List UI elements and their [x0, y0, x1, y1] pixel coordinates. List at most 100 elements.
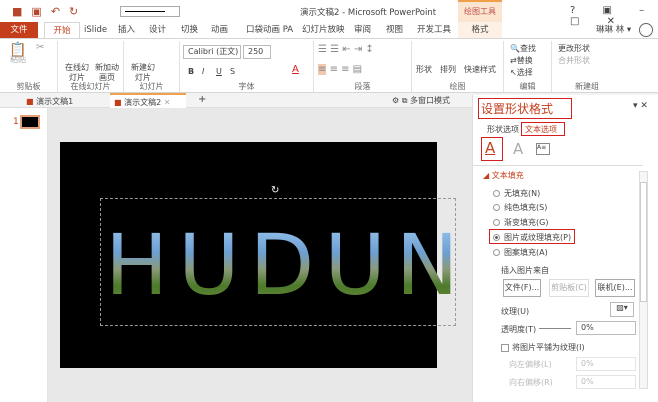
- section-text-fill[interactable]: ◢ 文本填充: [483, 170, 524, 181]
- offset-right-input[interactable]: 0%: [576, 375, 636, 389]
- font-size-dropdown[interactable]: 250: [243, 45, 271, 59]
- line-style-dropdown[interactable]: [120, 6, 180, 17]
- tab-design[interactable]: 设计: [149, 22, 166, 38]
- offset-left-input[interactable]: 0%: [576, 357, 636, 371]
- paste-button[interactable]: 📋 粘贴: [8, 43, 28, 65]
- file-button[interactable]: 文件(F)...: [503, 279, 541, 297]
- tab-islide[interactable]: iSlide: [84, 22, 107, 38]
- slide-editor: ↻ HUDUN: [48, 108, 472, 402]
- ribbon-tabs: 文件 开始 iSlide 插入 设计 切换 动画 口袋动画 PA 幻灯片放映 审…: [0, 22, 658, 38]
- offset-right-label: 向右偏移(R): [509, 378, 553, 387]
- insert-from-label: 插入图片来自: [501, 266, 549, 275]
- undo-icon[interactable]: ↶: [51, 5, 60, 18]
- tab-developer[interactable]: 开发工具: [417, 22, 451, 38]
- group-clipboard: 📋 粘贴 ✂ 剪贴板: [0, 41, 58, 92]
- highlight-fill-icon: [481, 137, 503, 161]
- text-effects-icon[interactable]: A: [513, 140, 523, 158]
- online-slides-label: 在线幻灯片: [70, 82, 111, 91]
- quick-styles-button[interactable]: 快速样式: [464, 65, 496, 75]
- slides-label: 幻灯片: [139, 82, 164, 91]
- ribbon: 📋 粘贴 ✂ 剪贴板 在线幻灯片 新加动画页 在线幻灯片 新建幻灯片 幻灯片 Ca…: [0, 38, 658, 93]
- user-name[interactable]: 琳琳 林 ▾: [596, 22, 631, 38]
- slide-number: 1: [13, 117, 19, 127]
- online-button[interactable]: 联机(E)...: [595, 279, 635, 297]
- quick-access-toolbar: ■ ▣ ↶ ↻: [12, 5, 87, 18]
- align-icons[interactable]: ≡ ≡ ≡ ▤: [318, 64, 362, 75]
- group-paragraph: ☰ ☰ ⇤ ⇥ ↕ ≡ ≡ ≡ ▤ 段落: [314, 41, 412, 92]
- group-editing: 🔍查找 ⇄替换 ↖选择 编辑: [504, 41, 552, 92]
- highlight-text-options: [521, 122, 565, 136]
- shadow-button[interactable]: S: [230, 67, 235, 77]
- italic-button[interactable]: I: [202, 67, 204, 77]
- texture-dropdown[interactable]: ▨▾: [610, 302, 634, 317]
- drawing-tools-context: 绘图工具: [458, 0, 502, 22]
- group-font: Calibri (正文) 250 B I U S A 字体: [180, 41, 314, 92]
- text-box-selection[interactable]: ↻ HUDUN: [100, 185, 459, 326]
- tab-view[interactable]: 视图: [386, 22, 403, 38]
- radio-solid-fill[interactable]: 纯色填充(S): [493, 202, 547, 213]
- merge-shapes-button[interactable]: 合并形状: [558, 56, 590, 66]
- font-name-dropdown[interactable]: Calibri (正文): [183, 45, 241, 59]
- avatar[interactable]: [639, 23, 653, 37]
- tile-checkbox[interactable]: 将图片平铺为纹理(I): [501, 342, 585, 353]
- radio-gradient-fill[interactable]: 渐变填充(G): [493, 217, 548, 228]
- doc-tab-2[interactable]: ■ 演示文稿2 ✕: [110, 93, 186, 108]
- font-color-icon[interactable]: A: [292, 65, 299, 75]
- texture-label: 纹理(U): [501, 307, 530, 316]
- tab-shape-options[interactable]: 形状选项: [487, 124, 519, 135]
- cut-icon[interactable]: ✂: [36, 43, 44, 53]
- font-label: 字体: [238, 82, 255, 91]
- window-title: 演示文稿2 - Microsoft PowerPoint: [300, 8, 437, 18]
- textbox-icon[interactable]: A≡: [536, 143, 550, 155]
- editing-label: 编辑: [519, 82, 536, 91]
- replace-button[interactable]: ⇄替换: [510, 56, 533, 66]
- tab-format[interactable]: 格式: [458, 22, 502, 38]
- tab-file[interactable]: 文件: [0, 22, 38, 38]
- underline-button[interactable]: U: [216, 67, 222, 77]
- divider: [473, 165, 643, 166]
- change-shape-button[interactable]: 更改形状: [558, 44, 590, 54]
- group-online-slides: 在线幻灯片 新加动画页 在线幻灯片: [58, 41, 124, 92]
- offset-left-label: 向左偏移(L): [509, 360, 552, 369]
- online-slides-button[interactable]: 在线幻灯片: [62, 63, 92, 83]
- tab-animations[interactable]: 动画: [211, 22, 228, 38]
- multi-window-button[interactable]: ⚙ ⧉ 多窗口模式: [392, 95, 450, 106]
- find-button[interactable]: 🔍查找: [510, 44, 536, 54]
- clipboard-button[interactable]: 剪贴板(C): [549, 279, 589, 297]
- clipboard-label: 剪贴板: [16, 82, 41, 91]
- radio-no-fill[interactable]: 无填充(N): [493, 188, 540, 199]
- new-animation-page-button[interactable]: 新加动画页: [92, 63, 122, 83]
- tab-insert[interactable]: 插入: [118, 22, 135, 38]
- bold-button[interactable]: B: [188, 67, 194, 77]
- transparency-input[interactable]: 0%: [576, 321, 636, 335]
- tab-review[interactable]: 审阅: [354, 22, 371, 38]
- redo-icon[interactable]: ↻: [69, 5, 78, 18]
- arrange-button[interactable]: 排列: [440, 65, 456, 75]
- new-slide-button[interactable]: 新建幻灯片: [128, 63, 158, 83]
- save-icon[interactable]: ▣: [31, 5, 41, 18]
- thumbnail-panel: 1: [0, 108, 48, 402]
- tab-home[interactable]: 开始: [44, 22, 80, 38]
- transparency-label: 透明度(T): [501, 325, 537, 334]
- group-drawing: 形状 排列 快速样式 绘图: [412, 41, 504, 92]
- bullets-icon[interactable]: ☰ ☰ ⇤ ⇥ ↕: [318, 45, 374, 55]
- radio-pattern-fill[interactable]: 图案填充(A): [493, 247, 548, 258]
- select-button[interactable]: ↖选择: [510, 68, 533, 78]
- hudun-text[interactable]: HUDUN: [105, 223, 469, 307]
- transparency-slider[interactable]: [539, 328, 571, 329]
- doc-tab-1[interactable]: ■ 演示文稿1: [26, 96, 73, 107]
- tab-transitions[interactable]: 切换: [181, 22, 198, 38]
- pane-scrollbar[interactable]: [639, 171, 648, 389]
- highlight-picture-fill: [489, 229, 575, 244]
- group-slides: 新建幻灯片 幻灯片: [124, 41, 180, 92]
- drawing-label: 绘图: [449, 82, 466, 91]
- tab-slideshow[interactable]: 幻灯片放映: [302, 22, 345, 38]
- slide-thumbnail[interactable]: [20, 115, 40, 129]
- tab-pocket-animation[interactable]: 口袋动画 PA: [246, 22, 293, 38]
- new-group-label: 新建组: [575, 82, 599, 91]
- shapes-button[interactable]: 形状: [416, 65, 432, 75]
- rotate-handle-icon[interactable]: ↻: [271, 185, 279, 196]
- pane-close-button[interactable]: ▾ ✕: [633, 101, 648, 111]
- new-tab-button[interactable]: +: [198, 94, 206, 105]
- title-bar: ■ ▣ ↶ ↻ 演示文稿2 - Microsoft PowerPoint 绘图工具 ?…: [0, 0, 658, 27]
